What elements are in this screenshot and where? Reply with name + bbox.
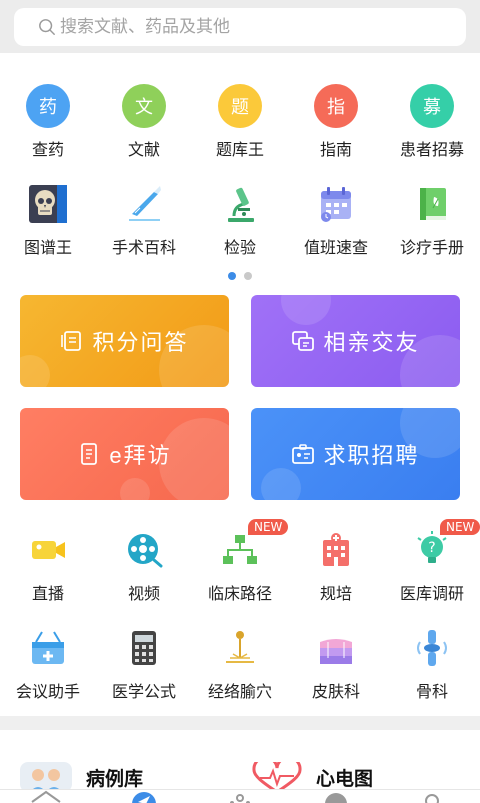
message-tab-icon xyxy=(325,793,347,803)
page-dot-active[interactable] xyxy=(228,272,236,280)
entry-meridian-acupoint[interactable]: 经络腧穴 xyxy=(192,626,288,702)
home-tab-icon xyxy=(31,790,61,803)
skull-atlas-icon xyxy=(26,182,70,226)
card-e-visit[interactable]: e拜访 xyxy=(20,408,229,500)
acupuncture-icon xyxy=(218,626,262,670)
case-library-title: 病例库 xyxy=(86,768,144,790)
guidelines-icon: 指 xyxy=(314,84,358,128)
page-dot[interactable] xyxy=(244,272,252,280)
card-title: 积分问答 xyxy=(92,330,189,355)
entry-label: 会议助手 xyxy=(15,684,80,701)
search-bar-area xyxy=(0,0,480,53)
entry-literature[interactable]: 文 文献 xyxy=(96,84,192,160)
entry-duty-lookup[interactable]: 值班速查 xyxy=(288,182,384,258)
card-title: 求职招聘 xyxy=(323,443,420,468)
calendar-icon xyxy=(314,182,358,226)
profile-tab-icon xyxy=(425,794,439,803)
microscope-icon xyxy=(218,182,262,226)
question-bank-icon: 题 xyxy=(218,84,262,128)
quick-entry-row-3: 直播 视频 NEW 临床路径 规培 NEW ? 医库调研 xyxy=(0,519,480,604)
skin-layers-icon xyxy=(314,626,358,670)
card-dating[interactable]: 相亲交友 xyxy=(251,295,460,387)
chat-icon xyxy=(292,331,315,351)
ecg-entry[interactable]: 心电图 xyxy=(252,762,373,792)
literature-icon: 文 xyxy=(122,84,166,128)
search-box[interactable] xyxy=(14,8,466,46)
entry-residency-training[interactable]: 规培 xyxy=(288,528,384,604)
drug-icon: 药 xyxy=(26,84,70,128)
entry-surgery-encyclopedia[interactable]: 手术百科 xyxy=(96,182,192,258)
entry-diagnosis-handbook[interactable]: 诊疗手册 xyxy=(384,182,480,258)
qa-doc-icon xyxy=(61,331,82,351)
entry-atlas[interactable]: 图谱王 xyxy=(0,182,96,258)
entry-label: 值班速查 xyxy=(303,240,368,257)
heart-ecg-icon xyxy=(252,762,302,792)
entry-label: 题库王 xyxy=(215,142,264,159)
entry-label: 经络腧穴 xyxy=(207,684,272,701)
entry-patient-recruit[interactable]: 募 患者招募 xyxy=(384,84,480,160)
handbook-icon xyxy=(410,182,454,226)
entry-label: 指南 xyxy=(319,142,352,159)
entry-drug-lookup[interactable]: 药 查药 xyxy=(0,84,96,160)
visit-icon xyxy=(81,443,98,465)
svg-text:?: ? xyxy=(428,540,435,556)
card-title: 相亲交友 xyxy=(323,330,420,355)
entry-label: 直播 xyxy=(31,586,64,603)
entry-label: 查药 xyxy=(31,142,64,159)
medical-kit-icon xyxy=(26,626,70,670)
entry-label: 医库调研 xyxy=(399,586,464,603)
search-icon xyxy=(39,19,55,35)
hospital-icon xyxy=(314,528,358,572)
search-input[interactable] xyxy=(60,17,440,37)
page-indicator xyxy=(228,272,252,280)
ecg-title: 心电图 xyxy=(316,768,374,790)
quick-entry-row-4: 会议助手 医学公式 经络腧穴 皮肤科 骨科 xyxy=(0,626,480,702)
entry-video[interactable]: 视频 xyxy=(96,528,192,604)
knee-joint-icon xyxy=(410,626,454,670)
entry-label: 骨科 xyxy=(415,684,448,701)
card-points-qa[interactable]: 积分问答 xyxy=(20,295,229,387)
community-tab-icon xyxy=(236,794,244,802)
tab-bar-icons xyxy=(31,790,439,803)
entry-survey[interactable]: NEW ? 医库调研 xyxy=(384,519,480,604)
video-camera-icon xyxy=(26,528,70,572)
entry-label: 皮肤科 xyxy=(311,684,360,701)
calculator-icon xyxy=(122,626,166,670)
new-badge: NEW xyxy=(248,519,289,535)
quick-entry-row-2: 图谱王 手术百科 检验 值班速查 诊疗手册 xyxy=(0,182,480,258)
new-badge: NEW xyxy=(440,519,480,535)
film-reel-icon xyxy=(122,528,166,572)
entry-label: 患者招募 xyxy=(399,142,464,159)
tools-section: 病例库 心电图 xyxy=(0,758,480,792)
scalpel-icon xyxy=(122,182,166,226)
entry-dermatology[interactable]: 皮肤科 xyxy=(288,626,384,702)
entry-live[interactable]: 直播 xyxy=(0,528,96,604)
doctors-icon xyxy=(20,762,72,792)
bottom-tab-bar xyxy=(0,789,480,803)
card-jobs[interactable]: 求职招聘 xyxy=(251,408,460,500)
entry-clinical-pathway[interactable]: NEW 临床路径 xyxy=(192,519,289,604)
entry-lab-test[interactable]: 检验 xyxy=(192,182,288,258)
entry-orthopedics[interactable]: 骨科 xyxy=(384,626,480,702)
card-title: e拜访 xyxy=(109,443,172,468)
entry-label: 文献 xyxy=(127,142,160,159)
entry-label: 图谱王 xyxy=(23,240,72,257)
id-card-icon xyxy=(292,444,315,464)
entry-label: 诊疗手册 xyxy=(399,240,464,257)
entry-guidelines[interactable]: 指 指南 xyxy=(288,84,384,160)
entry-medical-formula[interactable]: 医学公式 xyxy=(96,626,192,702)
entry-meeting-assistant[interactable]: 会议助手 xyxy=(0,626,96,702)
entry-label: 视频 xyxy=(127,586,160,603)
entry-question-bank[interactable]: 题 题库王 xyxy=(192,84,288,160)
entry-label: 医学公式 xyxy=(111,684,176,701)
entry-label: 规培 xyxy=(319,586,352,603)
entry-label: 检验 xyxy=(223,240,256,257)
entry-label: 手术百科 xyxy=(111,240,176,257)
case-library-entry[interactable]: 病例库 xyxy=(20,762,143,792)
recruit-icon: 募 xyxy=(410,84,454,128)
section-divider xyxy=(0,716,480,730)
entry-label: 临床路径 xyxy=(207,586,272,603)
quick-entry-row-1: 药 查药 文 文献 题 题库王 指 指南 募 患者招募 xyxy=(0,84,480,160)
